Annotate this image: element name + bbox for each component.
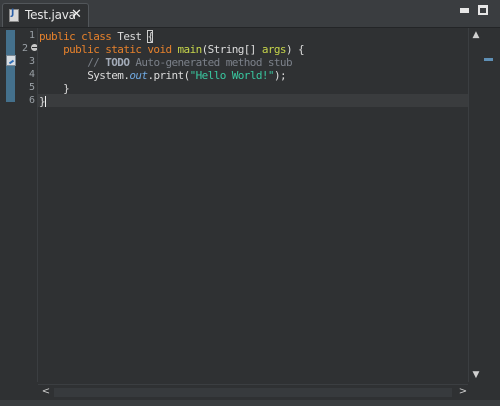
tab-title: Test.java bbox=[25, 8, 76, 22]
editor-tab-test-java[interactable]: Test.java ✕ bbox=[2, 3, 89, 27]
code-text-area[interactable]: public class Test { public static void m… bbox=[38, 28, 468, 382]
current-line-highlight bbox=[38, 94, 468, 107]
class-name: Test bbox=[111, 30, 148, 43]
method-call: .print( bbox=[147, 69, 190, 82]
line-number: 3 bbox=[28, 56, 35, 67]
horizontal-scroll-track[interactable] bbox=[54, 388, 452, 397]
horizontal-scrollbar[interactable]: < > bbox=[38, 384, 468, 400]
comment: // bbox=[87, 56, 106, 69]
editor-tab-bar: Test.java ✕ bbox=[0, 0, 500, 28]
scroll-right-icon[interactable]: > bbox=[458, 387, 468, 397]
minimize-icon[interactable] bbox=[460, 8, 469, 13]
task-overview-marker[interactable] bbox=[484, 58, 493, 61]
statement-end: ); bbox=[273, 69, 287, 82]
code-line-5: } bbox=[39, 82, 70, 95]
matching-bracket: { bbox=[147, 30, 154, 43]
code-line-2: public static void main(String[] args) { bbox=[39, 43, 305, 56]
param-type: (String[] bbox=[201, 43, 262, 56]
close-icon[interactable]: ✕ bbox=[71, 7, 82, 22]
vertical-ruler bbox=[4, 28, 17, 382]
window-bottom-border bbox=[0, 400, 500, 406]
signature-end: ) { bbox=[285, 43, 305, 56]
closing-brace: } bbox=[63, 82, 70, 95]
code-line-6: } bbox=[39, 95, 47, 108]
text-caret bbox=[45, 96, 47, 107]
todo-tag: TODO bbox=[105, 56, 130, 69]
change-marker bbox=[6, 30, 15, 102]
line-number: 1 bbox=[28, 30, 35, 41]
line-number: 2 bbox=[21, 43, 28, 54]
code-editor[interactable]: 1 2 3 4 5 6 public class Test { public s… bbox=[4, 28, 496, 400]
line-number: 4 bbox=[28, 69, 35, 80]
vertical-scrollbar[interactable]: ▲ ▼ bbox=[468, 28, 482, 382]
code-line-4: System.out.print("Hello World!"); bbox=[39, 69, 286, 82]
eclipse-editor-window: Test.java ✕ 1 2 3 4 5 6 public class Tes… bbox=[0, 0, 500, 406]
task-marker-icon[interactable] bbox=[6, 55, 16, 66]
scroll-down-icon[interactable]: ▼ bbox=[471, 370, 481, 380]
java-file-icon bbox=[9, 8, 19, 22]
method-name: main bbox=[177, 43, 203, 56]
line-number: 5 bbox=[28, 82, 35, 93]
class-ref: System. bbox=[87, 69, 130, 82]
comment: Auto-generated method stub bbox=[129, 56, 292, 69]
line-number-ruler: 1 2 3 4 5 6 bbox=[17, 28, 37, 382]
scroll-left-icon[interactable]: < bbox=[41, 387, 51, 397]
scroll-up-icon[interactable]: ▲ bbox=[471, 30, 481, 40]
line-number: 6 bbox=[28, 95, 35, 106]
param-name: args bbox=[261, 43, 287, 56]
code-line-1: public class Test { bbox=[39, 30, 154, 43]
keyword: public class bbox=[39, 30, 112, 43]
code-line-3: // TODO Auto-generated method stub bbox=[39, 56, 292, 69]
string-literal: "Hello World!" bbox=[189, 69, 275, 82]
static-field: out bbox=[129, 69, 148, 82]
keyword: public static void bbox=[63, 43, 172, 56]
overview-ruler[interactable] bbox=[482, 28, 496, 382]
maximize-icon[interactable] bbox=[478, 5, 488, 15]
